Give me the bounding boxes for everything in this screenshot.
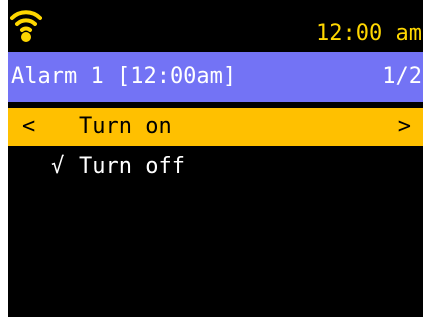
title-bar: Alarm 1 [12:00am] 1/2	[8, 52, 423, 102]
checkmark-icon: √	[51, 154, 65, 179]
menu-item-turn-on[interactable]: < Turn on >	[8, 108, 423, 146]
clock: 12:00 am	[316, 21, 422, 46]
menu-item-label: Turn on	[79, 114, 172, 139]
wifi-icon	[10, 10, 42, 42]
page-title: Alarm 1 [12:00am]	[11, 64, 237, 89]
menu-item-label: Turn off	[79, 154, 185, 179]
chevron-right-icon[interactable]: >	[398, 114, 411, 140]
radio-display: 12:00 am Alarm 1 [12:00am] 1/2 < Turn on…	[8, 0, 423, 317]
status-bar: 12:00 am	[8, 0, 423, 50]
page-indicator: 1/2	[382, 64, 422, 89]
menu-item-turn-off[interactable]: √ Turn off	[8, 148, 423, 186]
chevron-left-icon[interactable]: <	[22, 114, 35, 140]
